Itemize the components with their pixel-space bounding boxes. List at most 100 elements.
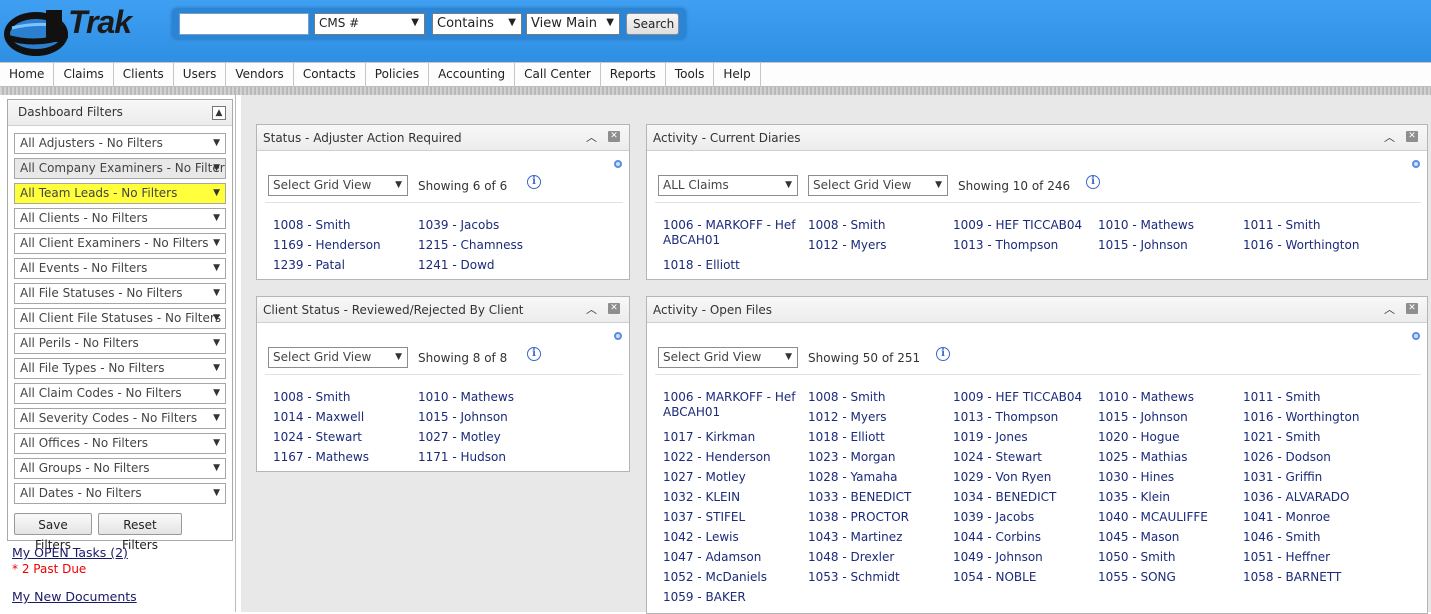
nav-call-center[interactable]: Call Center [515, 63, 601, 87]
claim-link[interactable]: 1006 - MARKOFF - Hef ABCAH01 [663, 218, 798, 248]
claim-link[interactable]: 1011 - Smith [1243, 390, 1378, 405]
filter-select[interactable]: All Dates - No Filters ▼ [14, 483, 226, 504]
grid-view-select[interactable]: Select Grid View ▼ [268, 347, 408, 368]
claim-link[interactable]: 1024 - Stewart [273, 430, 408, 445]
settings-icon[interactable] [1412, 332, 1420, 340]
claim-link[interactable]: 1023 - Morgan [808, 450, 943, 465]
claim-link[interactable]: 1006 - MARKOFF - Hef ABCAH01 [663, 390, 798, 420]
claim-link[interactable]: 1051 - Heffner [1243, 550, 1378, 565]
nav-tools[interactable]: Tools [666, 63, 715, 87]
grid-view-select[interactable]: Select Grid View ▼ [808, 175, 948, 196]
grid-view-select[interactable]: Select Grid View ▼ [268, 175, 408, 196]
claim-link[interactable]: 1171 - Hudson [418, 450, 553, 465]
claim-link[interactable]: 1045 - Mason [1098, 530, 1233, 545]
claim-link[interactable]: 1015 - Johnson [1098, 410, 1233, 425]
claim-link[interactable]: 1048 - Drexler [808, 550, 943, 565]
claim-link[interactable]: 1012 - Myers [808, 410, 943, 425]
claim-link[interactable]: 1036 - ALVARADO [1243, 490, 1378, 505]
claim-link[interactable]: 1039 - Jacobs [953, 510, 1088, 525]
search-view-select[interactable]: View Main ▼ [526, 13, 620, 35]
claim-link[interactable]: 1053 - Schmidt [808, 570, 943, 585]
claim-link[interactable]: 1008 - Smith [273, 218, 408, 233]
search-button[interactable]: Search [626, 13, 679, 35]
claim-link[interactable]: 1025 - Mathias [1098, 450, 1233, 465]
claim-link[interactable]: 1027 - Motley [418, 430, 553, 445]
chevron-up-icon[interactable]: ︿ [1384, 129, 1395, 145]
claim-link[interactable]: 1059 - BAKER [663, 590, 798, 605]
settings-icon[interactable] [614, 160, 622, 168]
settings-icon[interactable] [614, 332, 622, 340]
claim-link[interactable]: 1013 - Thompson [953, 238, 1088, 253]
save-filters-button[interactable]: Save Filters [14, 513, 92, 552]
claim-link[interactable]: 1009 - HEF TICCAB04 [953, 218, 1088, 233]
claim-link[interactable]: 1032 - KLEIN [663, 490, 798, 505]
info-icon[interactable]: i [527, 175, 541, 189]
claim-link[interactable]: 1021 - Smith [1243, 430, 1378, 445]
claim-link[interactable]: 1033 - BENEDICT [808, 490, 943, 505]
claim-link[interactable]: 1052 - McDaniels [663, 570, 798, 585]
filter-select[interactable]: All Clients - No Filters ▼ [14, 208, 226, 229]
reset-filters-button[interactable]: Reset Filters [98, 513, 182, 552]
filter-select[interactable]: All Claim Codes - No Filters ▼ [14, 383, 226, 404]
claim-link[interactable]: 1013 - Thompson [953, 410, 1088, 425]
search-operator-select[interactable]: Contains ▼ [432, 13, 522, 35]
claim-link[interactable]: 1017 - Kirkman [663, 430, 798, 445]
claim-link[interactable]: 1043 - Martinez [808, 530, 943, 545]
search-field-select[interactable]: CMS # ▼ [314, 13, 425, 35]
claim-link[interactable]: 1015 - Johnson [418, 410, 553, 425]
nav-vendors[interactable]: Vendors [226, 63, 294, 87]
claim-link[interactable]: 1047 - Adamson [663, 550, 798, 565]
claim-link[interactable]: 1026 - Dodson [1243, 450, 1378, 465]
filter-select[interactable]: All Client File Statuses - No Filters ▼ [14, 308, 226, 329]
nav-reports[interactable]: Reports [601, 63, 666, 87]
nav-policies[interactable]: Policies [366, 63, 430, 87]
search-input[interactable] [179, 13, 309, 35]
filter-select[interactable]: All Perils - No Filters ▼ [14, 333, 226, 354]
chevron-up-icon[interactable]: ︿ [586, 129, 597, 145]
info-icon[interactable]: i [527, 347, 541, 361]
claim-link[interactable]: 1015 - Johnson [1098, 238, 1233, 253]
nav-users[interactable]: Users [174, 63, 227, 87]
filter-select[interactable]: All Groups - No Filters ▼ [14, 458, 226, 479]
claim-link[interactable]: 1010 - Mathews [1098, 218, 1233, 233]
filter-select[interactable]: All Offices - No Filters ▼ [14, 433, 226, 454]
close-icon[interactable]: ✕ [1406, 303, 1418, 314]
claim-link[interactable]: 1020 - Hogue [1098, 430, 1233, 445]
claim-link[interactable]: 1012 - Myers [808, 238, 943, 253]
filter-select[interactable]: All Severity Codes - No Filters ▼ [14, 408, 226, 429]
claim-link[interactable]: 1027 - Motley [663, 470, 798, 485]
claim-link[interactable]: 1034 - BENEDICT [953, 490, 1088, 505]
claim-link[interactable]: 1016 - Worthington [1243, 238, 1378, 253]
info-icon[interactable]: i [1086, 175, 1100, 189]
filter-select[interactable]: All Events - No Filters ▼ [14, 258, 226, 279]
claim-link[interactable]: 1241 - Dowd [418, 258, 553, 273]
claim-link[interactable]: 1040 - MCAULIFFE [1098, 510, 1233, 525]
nav-contacts[interactable]: Contacts [294, 63, 366, 87]
claim-link[interactable]: 1010 - Mathews [1098, 390, 1233, 405]
grid-view-select[interactable]: Select Grid View ▼ [658, 347, 798, 368]
claim-link[interactable]: 1008 - Smith [808, 390, 943, 405]
claim-link[interactable]: 1042 - Lewis [663, 530, 798, 545]
chevron-up-icon[interactable]: ︿ [1384, 301, 1395, 317]
nav-home[interactable]: Home [0, 63, 55, 87]
trak-logo[interactable]: Trak [2, 4, 136, 58]
claim-link[interactable]: 1008 - Smith [808, 218, 943, 233]
info-icon[interactable]: i [936, 347, 950, 361]
claim-link[interactable]: 1058 - BARNETT [1243, 570, 1378, 585]
claim-link[interactable]: 1022 - Henderson [663, 450, 798, 465]
close-icon[interactable]: ✕ [608, 303, 620, 314]
claim-link[interactable]: 1028 - Yamaha [808, 470, 943, 485]
claim-link[interactable]: 1016 - Worthington [1243, 410, 1378, 425]
claim-link[interactable]: 1008 - Smith [273, 390, 408, 405]
filter-select[interactable]: All Team Leads - No Filters ▼ [14, 183, 226, 204]
claim-link[interactable]: 1037 - STIFEL [663, 510, 798, 525]
claim-link[interactable]: 1035 - Klein [1098, 490, 1233, 505]
claims-filter-select[interactable]: ALL Claims ▼ [658, 175, 798, 196]
claim-link[interactable]: 1014 - Maxwell [273, 410, 408, 425]
claim-link[interactable]: 1031 - Griffin [1243, 470, 1378, 485]
claim-link[interactable]: 1030 - Hines [1098, 470, 1233, 485]
claim-link[interactable]: 1041 - Monroe [1243, 510, 1378, 525]
filter-select[interactable]: All Client Examiners - No Filters ▼ [14, 233, 226, 254]
claim-link[interactable]: 1239 - Patal [273, 258, 408, 273]
close-icon[interactable]: ✕ [608, 131, 620, 142]
